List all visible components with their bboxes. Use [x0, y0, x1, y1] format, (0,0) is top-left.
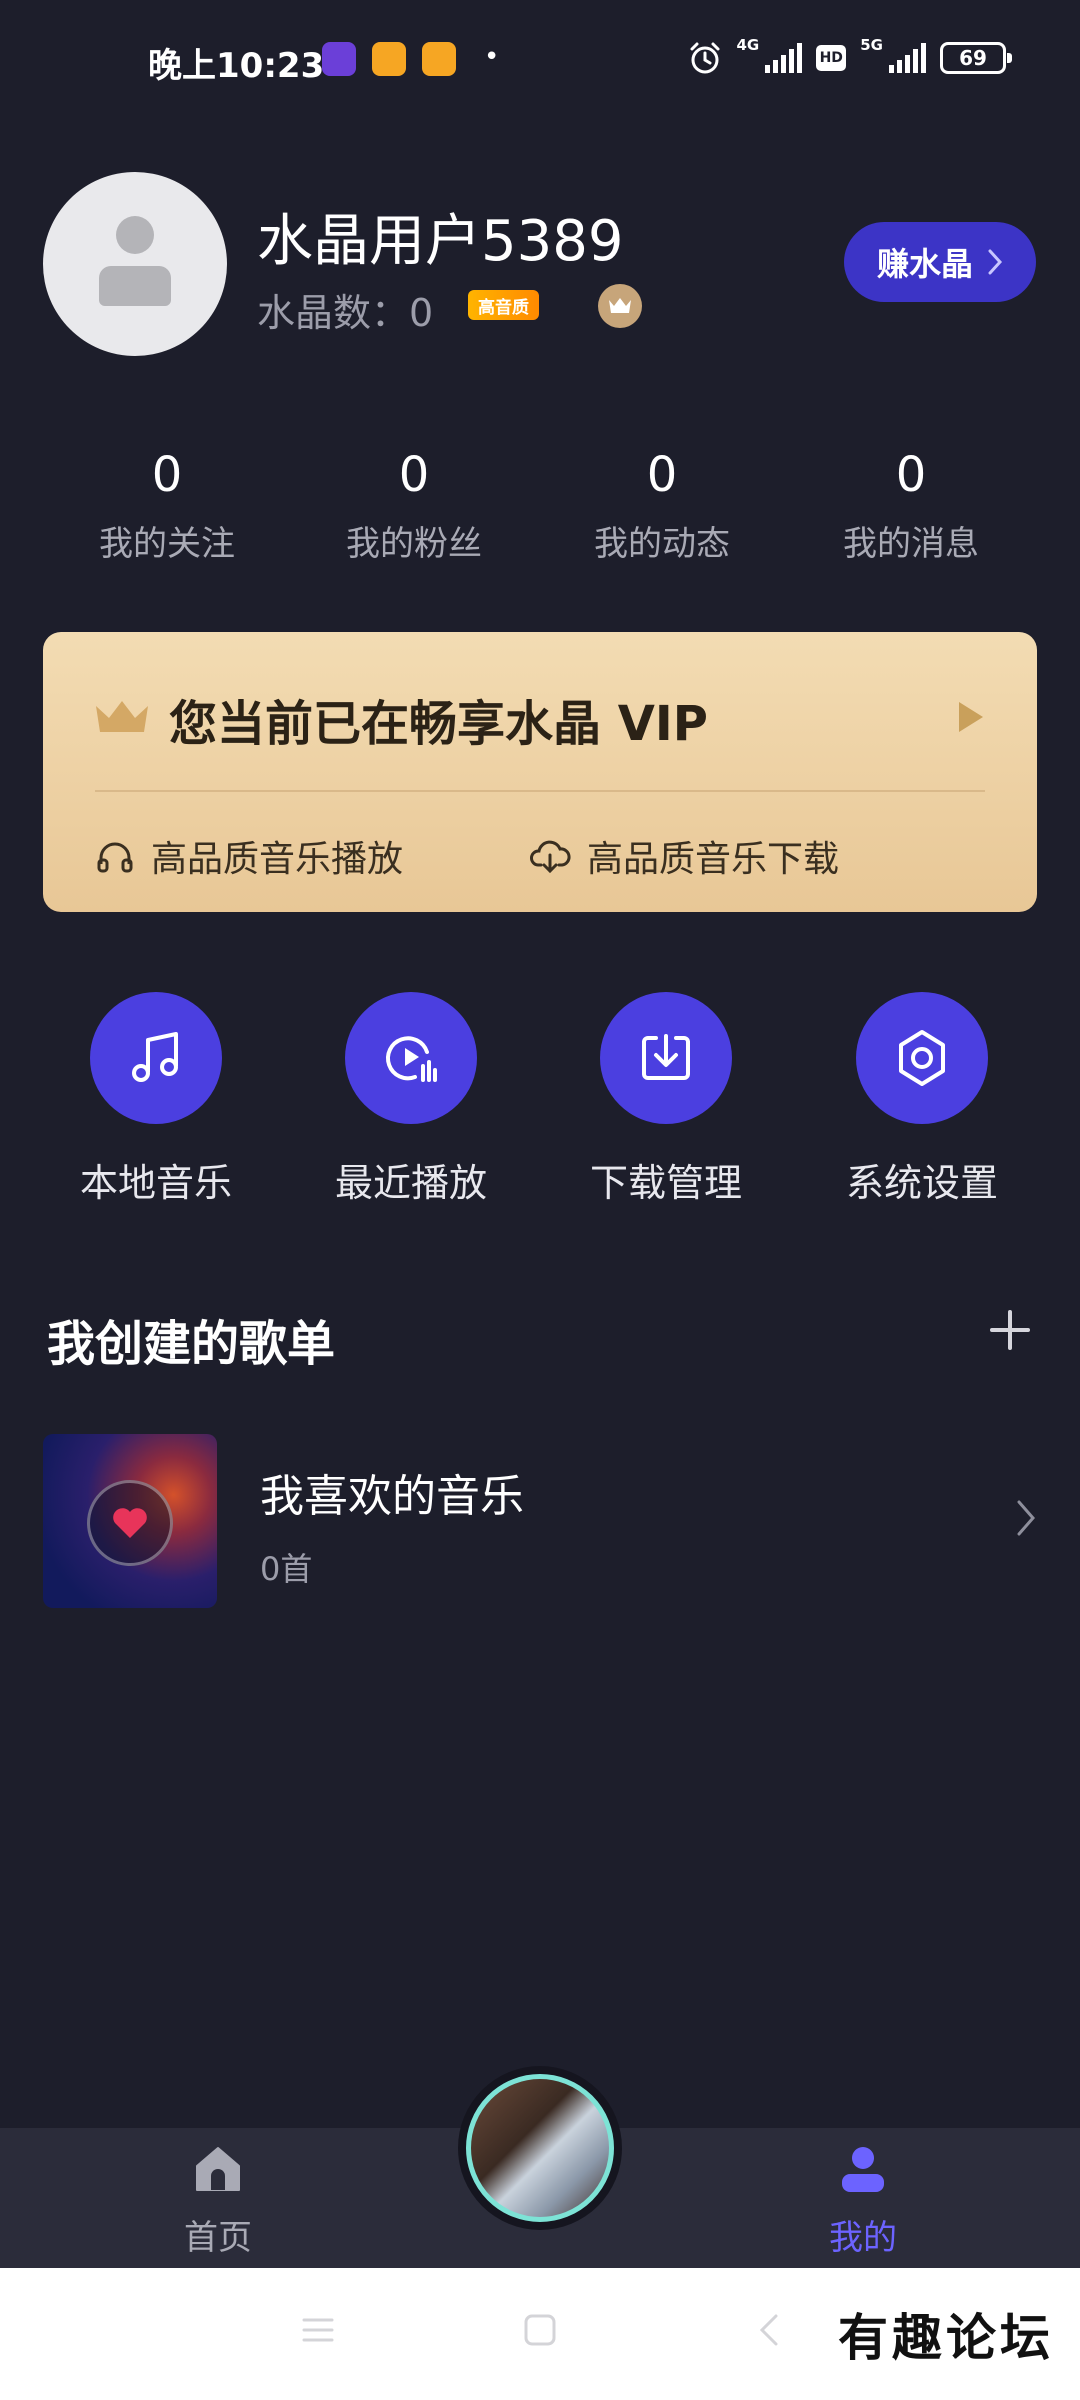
battery-icon: 69	[940, 42, 1012, 74]
add-playlist-icon[interactable]	[986, 1306, 1034, 1354]
action-label: 下载管理	[589, 1161, 742, 1205]
alarm-icon	[690, 42, 719, 74]
earn-crystal-label: 赚水晶	[876, 245, 973, 283]
now-playing-disc[interactable]	[458, 2066, 622, 2230]
status-time: 晚上10:23	[148, 46, 325, 86]
stat-value: 0	[646, 447, 678, 503]
download-icon	[642, 1034, 690, 1080]
stat-followers[interactable]: 0 我的粉丝	[314, 440, 514, 565]
download-manage-button[interactable]: 下载管理	[556, 992, 776, 1207]
earn-crystal-button[interactable]: 赚水晶	[844, 222, 1036, 302]
home-icon	[196, 2147, 240, 2191]
nav-mine[interactable]: 我的	[783, 2142, 943, 2259]
avatar[interactable]	[43, 172, 227, 356]
signal-icon	[765, 43, 803, 73]
playlist-name: 我喜欢的音乐	[260, 1471, 524, 1522]
cover-disc	[87, 1480, 173, 1566]
headphones-icon	[97, 842, 133, 873]
now-playing-cover	[466, 2074, 614, 2222]
crown-badge-icon[interactable]	[598, 284, 642, 328]
action-label: 系统设置	[845, 1161, 998, 1205]
network-label-5g: 5G	[860, 36, 883, 54]
play-arrow-icon	[959, 702, 983, 732]
app-notification-icon	[422, 42, 456, 76]
action-icon-circle	[600, 992, 732, 1124]
nav-home-label: 首页	[184, 2218, 252, 2258]
my-playlists-title: 我创建的歌单	[47, 1316, 336, 1372]
stat-value: 0	[151, 447, 183, 503]
hd-icon: HD	[816, 45, 847, 71]
vip-card[interactable]: 您当前已在畅享水晶 VIP 高品质音乐播放 高品质音乐下载	[43, 632, 1037, 912]
music-note-icon	[132, 1032, 178, 1082]
playlist-item[interactable]: 我喜欢的音乐 0首	[43, 1434, 1037, 1610]
local-music-button[interactable]: 本地音乐	[46, 992, 266, 1207]
vip-title: 您当前已在畅享水晶 VIP	[169, 696, 708, 752]
network-label-4g: 4G	[736, 36, 760, 54]
user-icon	[842, 2147, 884, 2192]
stat-label: 我的动态	[594, 524, 730, 564]
crown-icon	[96, 701, 148, 732]
crystal-count: 水晶数：0	[257, 291, 434, 335]
nav-mine-label: 我的	[829, 2218, 897, 2258]
playlist-count: 0首	[260, 1550, 313, 1588]
avatar-person-icon	[99, 266, 171, 306]
menu-icon[interactable]	[300, 2312, 336, 2348]
action-label: 最近播放	[334, 1161, 487, 1205]
stat-posts[interactable]: 0 我的动态	[562, 440, 762, 565]
more-notifications-dot: •	[484, 42, 500, 72]
vip-feature-label: 高品质音乐下载	[587, 839, 840, 880]
vip-feature-label: 高品质音乐播放	[151, 839, 404, 880]
watermark: 有趣论坛	[838, 2308, 1054, 2367]
recent-play-button[interactable]: 最近播放	[301, 992, 521, 1207]
avatar-person-icon	[116, 216, 154, 254]
stat-value: 0	[398, 447, 430, 503]
vip-feature-download: 高品质音乐下载	[529, 830, 839, 882]
nav-home[interactable]: 首页	[138, 2142, 298, 2259]
chevron-right-icon	[1017, 1500, 1035, 1536]
hq-badge-label: 高音质	[478, 297, 529, 318]
stat-label: 我的关注	[99, 524, 235, 564]
playlist-cover	[43, 1434, 217, 1608]
stat-following[interactable]: 0 我的关注	[67, 440, 267, 565]
action-icon-circle	[345, 992, 477, 1124]
gear-icon	[899, 1030, 945, 1086]
recent-play-icon	[386, 1036, 437, 1082]
home-square-icon[interactable]	[522, 2312, 558, 2348]
stat-label: 我的粉丝	[346, 524, 482, 564]
app-notification-icon	[322, 42, 356, 76]
action-icon-circle	[856, 992, 988, 1124]
system-nav-bar: 有趣论坛	[0, 2268, 1080, 2400]
action-label: 本地音乐	[79, 1161, 232, 1205]
back-icon[interactable]	[752, 2312, 788, 2348]
battery-level: 69	[959, 46, 987, 70]
app-notification-icon	[372, 42, 406, 76]
screen: 晚上10:23 • 4G HD 5G 69 水晶用户5389 水晶数：0 高音质…	[0, 0, 1080, 2400]
action-icon-circle	[90, 992, 222, 1124]
username[interactable]: 水晶用户5389	[257, 196, 624, 277]
stat-value: 0	[895, 447, 927, 503]
chevron-right-icon	[988, 249, 1003, 275]
signal-icon	[889, 43, 926, 73]
hq-badge: 高音质	[468, 290, 539, 320]
cloud-download-icon	[530, 840, 571, 874]
crown-icon	[609, 298, 631, 313]
heart-icon	[113, 1508, 147, 1538]
status-bar: 晚上10:23 • 4G HD 5G 69	[0, 0, 1080, 120]
stats-row: 0 我的关注 0 我的粉丝 0 我的动态 0 我的消息	[0, 440, 1080, 590]
stat-label: 我的消息	[843, 524, 979, 564]
status-right: 4G HD 5G 69	[687, 36, 1012, 80]
vip-feature-play: 高品质音乐播放	[95, 830, 403, 882]
stat-messages[interactable]: 0 我的消息	[811, 440, 1011, 565]
divider	[95, 790, 985, 792]
system-settings-button[interactable]: 系统设置	[812, 992, 1032, 1207]
